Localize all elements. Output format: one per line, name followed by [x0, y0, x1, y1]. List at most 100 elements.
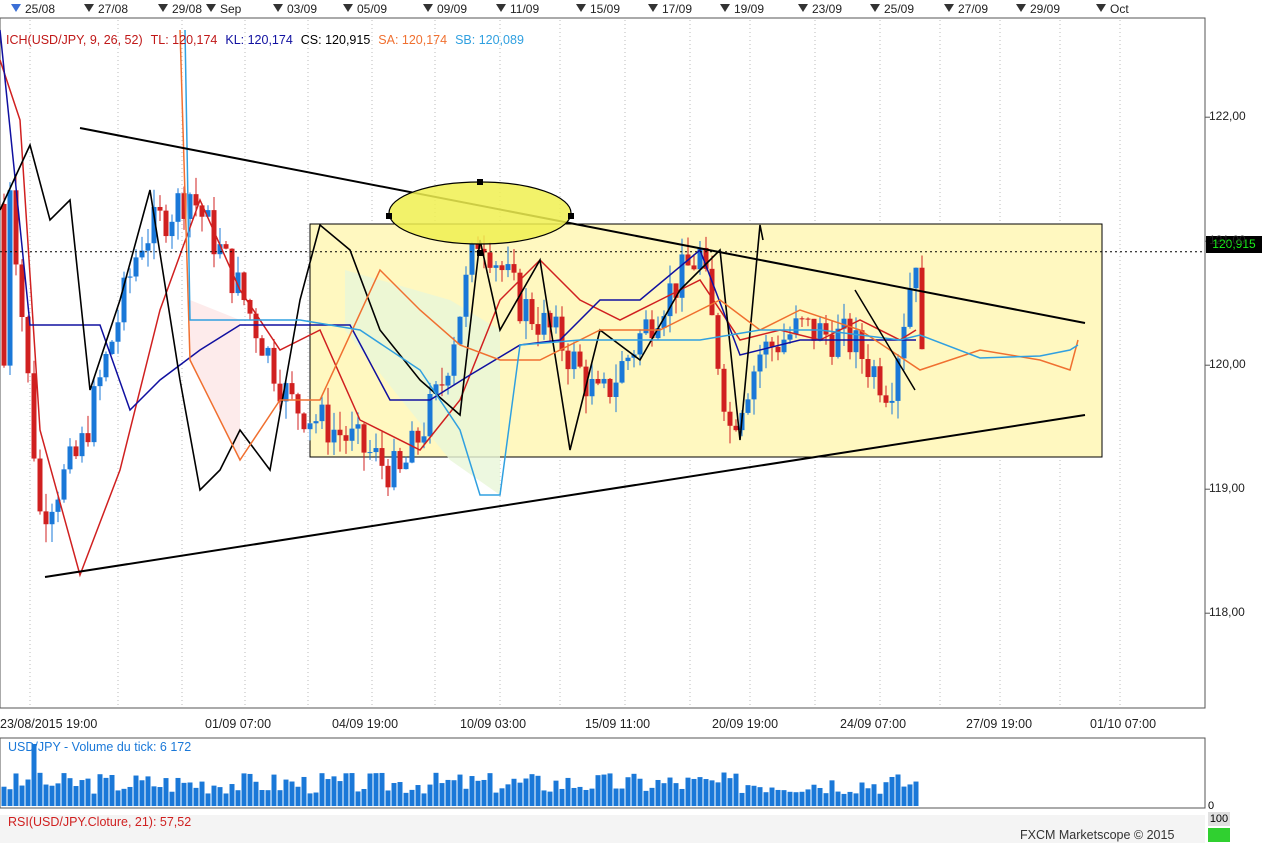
candle-body — [169, 221, 175, 237]
x-tick-label: 15/09 11:00 — [585, 717, 651, 731]
volume-bar — [463, 788, 469, 806]
x-tick-label: 23/08/2015 19:00 — [0, 717, 98, 731]
candle-body — [451, 344, 457, 376]
volume-bar — [613, 788, 619, 806]
volume-bar — [121, 788, 127, 806]
volume-bar — [403, 792, 409, 806]
candle-body — [301, 413, 307, 430]
volume-bar — [73, 786, 79, 806]
volume-bar — [253, 781, 259, 806]
volume-bar — [61, 773, 67, 806]
candle-body — [625, 357, 631, 362]
volume-bar — [49, 785, 55, 806]
volume-bar — [775, 789, 781, 806]
volume-bar — [505, 784, 511, 806]
volume-bar — [325, 779, 331, 806]
footer-credit: FXCM Marketscope © 2015 — [1020, 828, 1175, 842]
candle-body — [883, 395, 889, 403]
highlight-ellipse — [388, 181, 572, 245]
candle-body — [643, 319, 649, 334]
ellipse-handle — [477, 179, 483, 185]
volume-bar — [475, 780, 481, 806]
volume-bar — [547, 791, 553, 806]
volume-bar — [649, 787, 655, 806]
candle-body — [913, 267, 919, 289]
volume-bar — [913, 781, 919, 806]
volume-bar — [901, 786, 907, 806]
volume-bar — [301, 776, 307, 806]
candle-body — [751, 371, 757, 400]
volume-bar — [865, 788, 871, 806]
volume-bar — [355, 791, 361, 806]
candle-body — [289, 383, 295, 395]
x-tick-label: 01/10 07:00 — [1090, 717, 1157, 731]
volume-bar — [133, 775, 139, 806]
volume-bar — [559, 788, 565, 806]
y-tick-label: 120,00 — [1209, 357, 1246, 372]
candle-body — [103, 354, 109, 378]
candle-body — [97, 377, 103, 387]
candle-body — [817, 323, 823, 341]
candle-body — [793, 318, 799, 335]
legend-senkou-a: SA: 120,174 — [378, 33, 448, 47]
candle-body — [721, 368, 727, 412]
volume-bar — [871, 784, 877, 806]
volume-bar — [109, 774, 115, 806]
volume-bar — [187, 782, 193, 806]
volume-bar — [283, 779, 289, 806]
rsi-level-marker — [1208, 828, 1230, 842]
candle-body — [313, 421, 319, 424]
volume-bar — [379, 772, 385, 806]
candle-body — [61, 469, 67, 500]
legend-chikou: CS: 120,915 — [300, 33, 371, 47]
volume-bar — [157, 787, 163, 806]
candle-body — [145, 243, 151, 251]
candle-body — [577, 351, 583, 367]
candle-body — [823, 323, 829, 335]
candle-body — [79, 433, 85, 457]
candle-body — [331, 429, 337, 443]
volume-bar — [427, 784, 433, 806]
candle-body — [679, 254, 685, 298]
volume-bar — [175, 777, 181, 806]
x-tick-label: 27/09 19:00 — [966, 717, 1033, 731]
candle-body — [757, 354, 763, 372]
volume-bar — [199, 781, 205, 806]
candle-body — [619, 361, 625, 383]
candle-body — [265, 347, 271, 356]
volume-bar — [673, 783, 679, 806]
candle-body — [469, 243, 475, 275]
volume-bar — [643, 790, 649, 806]
ichimoku-legend: ICH(USD/JPY, 9, 26, 52) TL: 120,174 KL: 12… — [6, 33, 532, 47]
volume-bar — [319, 773, 325, 806]
legend-kijun: KL: 120,174 — [225, 33, 293, 47]
volume-bar — [439, 783, 445, 806]
y-tick-label: 119,00 — [1209, 481, 1245, 496]
volume-bar — [625, 777, 631, 806]
volume-bar — [421, 793, 427, 806]
x-tick-label: 01/09 07:00 — [205, 717, 272, 731]
candle-body — [637, 333, 643, 355]
candle-body — [799, 318, 805, 320]
candle-body — [367, 452, 373, 454]
volume-bar — [337, 781, 343, 806]
candle-body — [19, 264, 25, 317]
volume-bar — [397, 782, 403, 806]
rsi-scale-label: 100 — [1208, 812, 1230, 826]
volume-bar — [667, 777, 673, 806]
candle-body — [163, 210, 169, 237]
candle-body — [31, 373, 37, 459]
volume-bar — [7, 789, 13, 806]
volume-bar — [457, 774, 463, 806]
volume-bar — [715, 782, 721, 806]
volume-bar — [19, 785, 25, 806]
volume-bar — [841, 793, 847, 806]
volume-bar — [223, 793, 229, 806]
candle-body — [889, 400, 895, 403]
volume-bar — [619, 788, 625, 806]
volume-title: USD/JPY - Volume du tick: 6 172 — [8, 740, 192, 754]
candle-body — [559, 316, 565, 351]
volume-bar — [139, 780, 145, 806]
volume-bar — [607, 773, 613, 806]
volume-bar — [535, 775, 541, 806]
